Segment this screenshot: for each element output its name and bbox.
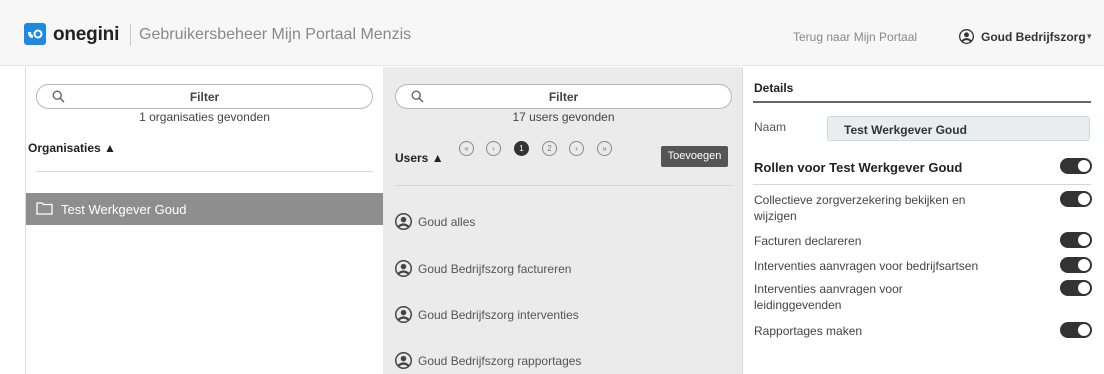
folder-icon xyxy=(36,201,53,215)
permission-label: Collectieve zorgverzekering bekijken en … xyxy=(754,193,966,223)
permission-toggle[interactable] xyxy=(1060,257,1092,273)
users-search-input[interactable]: Filter xyxy=(395,84,732,109)
permission-toggle[interactable] xyxy=(1060,191,1092,207)
organisation-label: Test Werkgever Goud xyxy=(61,202,187,217)
naam-label: Naam xyxy=(754,120,787,134)
user-account-icon[interactable] xyxy=(958,28,975,45)
permission-toggle[interactable] xyxy=(1060,322,1092,338)
permission-label: Interventies aanvragen voor leidinggeven… xyxy=(754,282,903,312)
user-name-label: Goud Bedrijfszorg interventies xyxy=(418,308,579,322)
details-panel: Details Naam Test Werkgever Goud Rollen … xyxy=(742,67,1104,374)
permission-label: Interventies aanvragen voor bedrijfsarts… xyxy=(754,259,979,273)
user-menu-name[interactable]: Goud Bedrijfszorg xyxy=(981,30,1086,44)
roles-title: Rollen voor Test Werkgever Goud xyxy=(754,160,963,175)
organisations-search-input[interactable]: Filter xyxy=(36,84,373,109)
users-count: 17 users gevonden xyxy=(512,110,615,124)
previous-page-button[interactable]: ‹ xyxy=(486,141,501,156)
user-name-label: Goud Bedrijfszorg rapportages xyxy=(418,354,582,368)
add-user-button[interactable]: Toevoegen xyxy=(661,146,728,167)
user-icon xyxy=(394,305,413,324)
divider xyxy=(753,184,1091,185)
next-page-button[interactable]: › xyxy=(569,141,584,156)
organisations-sort-header[interactable]: Organisaties ▲ xyxy=(28,141,116,155)
organisations-search-placeholder: Filter xyxy=(189,90,220,104)
details-divider xyxy=(753,101,1091,103)
permission-label: Facturen declareren xyxy=(754,234,862,248)
user-icon xyxy=(394,351,413,370)
organisations-count: 1 organisaties gevonden xyxy=(139,110,270,124)
users-sort-header[interactable]: Users ▲ xyxy=(395,151,444,165)
user-icon xyxy=(394,259,413,278)
app-title: Gebruikersbeheer Mijn Portaal Menzis xyxy=(139,26,412,43)
user-icon xyxy=(394,212,413,231)
users-search-placeholder: Filter xyxy=(548,90,579,104)
permission-toggle[interactable] xyxy=(1060,232,1092,248)
roles-master-toggle[interactable] xyxy=(1060,158,1092,174)
back-to-portal-link[interactable]: Terug naar Mijn Portaal xyxy=(793,30,917,44)
user-name-label: Goud alles xyxy=(418,215,476,229)
organisation-row[interactable]: Test Werkgever Goud xyxy=(26,193,384,225)
divider xyxy=(36,171,373,172)
users-panel: Filter 17 users gevonden Users ▲ « ‹ 1 2… xyxy=(383,67,742,374)
chevron-down-icon[interactable]: ▾ xyxy=(1087,31,1092,42)
onegini-logo-icon[interactable] xyxy=(24,23,46,45)
divider xyxy=(395,185,732,186)
organisations-panel: Filter 1 organisaties gevonden Organisat… xyxy=(25,67,384,374)
first-page-button[interactable]: « xyxy=(459,141,474,156)
naam-field[interactable]: Test Werkgever Goud xyxy=(827,116,1090,141)
user-name-label: Goud Bedrijfszorg factureren xyxy=(418,262,572,276)
page-1-button[interactable]: 1 xyxy=(514,141,529,156)
logo-text[interactable]: onegini xyxy=(53,24,119,46)
permission-label: Rapportages maken xyxy=(754,324,863,338)
header-divider xyxy=(130,24,131,46)
page-2-button[interactable]: 2 xyxy=(542,141,557,156)
top-header: onegini Gebruikersbeheer Mijn Portaal Me… xyxy=(0,0,1104,66)
permission-toggle[interactable] xyxy=(1060,280,1092,296)
last-page-button[interactable]: » xyxy=(597,141,612,156)
details-title: Details xyxy=(754,81,794,95)
